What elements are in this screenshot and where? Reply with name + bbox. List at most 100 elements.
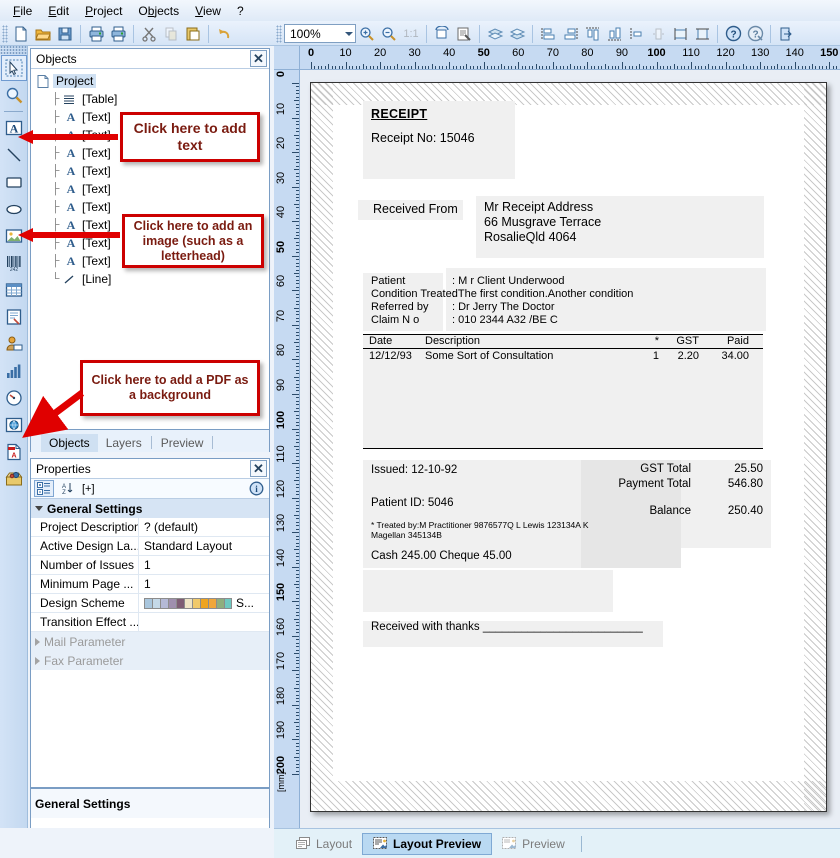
- property-row[interactable]: Project Description? (default): [31, 518, 269, 537]
- chart-tool[interactable]: [1, 358, 27, 384]
- info-icon[interactable]: i: [246, 480, 266, 497]
- align-top-icon[interactable]: [581, 23, 603, 44]
- receipt-table[interactable]: DateDescription*GSTPaid 12/12/93Some Sor…: [363, 334, 763, 449]
- zoom-in-icon[interactable]: [356, 23, 378, 44]
- detail-values[interactable]: : M r Client Underwood : The first condi…: [452, 275, 633, 327]
- ruler-tick: [729, 66, 730, 69]
- zoom-combobox[interactable]: 100%: [284, 24, 356, 43]
- property-row[interactable]: Minimum Page ...1: [31, 575, 269, 594]
- expand-all-label[interactable]: [+]: [82, 483, 95, 495]
- menu-file[interactable]: File: [6, 2, 39, 20]
- tree-node-line[interactable]: └[Line]: [35, 270, 269, 288]
- align-center-horizontal-icon[interactable]: [625, 23, 647, 44]
- menu-help[interactable]: ?: [230, 2, 251, 20]
- tab-layers[interactable]: Layers: [98, 434, 150, 452]
- menu-project[interactable]: Project: [78, 2, 129, 20]
- close-icon[interactable]: ✕: [250, 460, 267, 477]
- zoom-out-icon[interactable]: [378, 23, 400, 44]
- table-tool[interactable]: [1, 277, 27, 303]
- vertical-ruler[interactable]: [mm] 01020304050607080901001101201301401…: [274, 70, 300, 828]
- close-icon[interactable]: ✕: [250, 50, 267, 67]
- property-row[interactable]: Active Design La...Standard Layout: [31, 537, 269, 556]
- barcode-tool[interactable]: 242: [1, 250, 27, 276]
- detail-keys[interactable]: Patient Condition Treated Referred by Cl…: [371, 275, 458, 327]
- pdf-tool[interactable]: A: [1, 439, 27, 465]
- chevron-collapsed-icon[interactable]: [35, 657, 40, 665]
- line-tool[interactable]: [1, 142, 27, 168]
- design-canvas[interactable]: RECEIPT Receipt No: 15046 Received From …: [300, 70, 840, 828]
- form-control-tool[interactable]: [1, 331, 27, 357]
- properties-section-general[interactable]: General Settings: [31, 499, 269, 518]
- align-left-icon[interactable]: [537, 23, 559, 44]
- align-center-vertical-icon[interactable]: [647, 23, 669, 44]
- open-folder-icon[interactable]: [32, 23, 54, 44]
- menu-objects[interactable]: Objects: [131, 2, 186, 20]
- bottom-tab-preview[interactable]: Preview: [492, 833, 575, 855]
- property-row[interactable]: Design SchemeS...: [31, 594, 269, 613]
- print-preview-icon[interactable]: [107, 23, 129, 44]
- page-sheet[interactable]: RECEIPT Receipt No: 15046 Received From …: [310, 82, 827, 812]
- bottom-tab-layout[interactable]: Layout: [286, 833, 362, 855]
- property-row[interactable]: Number of Issues1: [31, 556, 269, 575]
- sort-alphabetical-icon[interactable]: AZ: [58, 480, 78, 497]
- paste-icon[interactable]: [182, 23, 204, 44]
- palette-grip[interactable]: [0, 46, 27, 54]
- categorized-icon[interactable]: [34, 480, 54, 497]
- received-from-label[interactable]: Received From: [373, 202, 458, 216]
- payments-line[interactable]: Cash 245.00 Cheque 45.00: [371, 550, 512, 562]
- tree-node-project[interactable]: Project: [35, 72, 269, 90]
- bring-to-front-icon[interactable]: [484, 23, 506, 44]
- thanks-line[interactable]: Received with thanks ___________________…: [371, 621, 643, 633]
- ellipse-tool[interactable]: [1, 196, 27, 222]
- zoom-reset-button[interactable]: 1:1: [400, 23, 422, 44]
- report-container-tool[interactable]: [1, 304, 27, 330]
- align-bottom-icon[interactable]: [603, 23, 625, 44]
- toolbar-grip[interactable]: [2, 25, 8, 43]
- properties-section-fax[interactable]: Fax Parameter: [31, 651, 269, 670]
- same-height-icon[interactable]: [691, 23, 713, 44]
- chevron-down-icon[interactable]: [345, 32, 353, 36]
- save-icon[interactable]: [54, 23, 76, 44]
- property-row[interactable]: Transition Effect ...: [31, 613, 269, 632]
- receipt-title[interactable]: RECEIPT: [371, 107, 427, 121]
- print-icon[interactable]: [85, 23, 107, 44]
- context-help-icon[interactable]: ?: [744, 23, 766, 44]
- tree-node-text[interactable]: ├A[Text]: [35, 180, 269, 198]
- send-to-back-icon[interactable]: [506, 23, 528, 44]
- tab-preview[interactable]: Preview: [153, 434, 212, 452]
- exit-icon[interactable]: [775, 23, 797, 44]
- design-scheme-swatches[interactable]: [144, 598, 232, 609]
- toolbar-grip-2[interactable]: [276, 25, 282, 43]
- properties-section-mail[interactable]: Mail Parameter: [31, 632, 269, 651]
- received-from-address[interactable]: Mr Receipt Address 66 Musgrave Terrace R…: [484, 200, 601, 245]
- chevron-expanded-icon[interactable]: [35, 506, 43, 511]
- rotate-object-icon[interactable]: [431, 23, 453, 44]
- copy-icon[interactable]: [160, 23, 182, 44]
- new-icon[interactable]: [10, 23, 32, 44]
- tree-node-table[interactable]: ├[Table]: [35, 90, 269, 108]
- undo-arrow-icon[interactable]: [213, 23, 235, 44]
- rectangle-tool[interactable]: [1, 169, 27, 195]
- menu-view[interactable]: View: [188, 2, 228, 20]
- tree-branch-line: └: [47, 273, 63, 285]
- align-right-icon[interactable]: [559, 23, 581, 44]
- horizontal-ruler[interactable]: 0102030405060708090100110120130140150: [300, 46, 840, 70]
- ole-container-tool[interactable]: [1, 466, 27, 492]
- receipt-number[interactable]: Receipt No: 15046: [371, 131, 475, 145]
- menu-edit[interactable]: Edit: [41, 2, 76, 20]
- treated-by-text[interactable]: * Treated by:M Practitioner 9876577Q L L…: [371, 520, 589, 540]
- issued-label[interactable]: Issued: 12-10-92: [371, 464, 457, 476]
- same-width-icon[interactable]: [669, 23, 691, 44]
- help-icon[interactable]: ?: [722, 23, 744, 44]
- select-tool[interactable]: [1, 55, 27, 81]
- patient-id-label[interactable]: Patient ID: 5046: [371, 497, 453, 509]
- ruler-tick: [296, 657, 299, 658]
- tree-node-text[interactable]: ├A[Text]: [35, 162, 269, 180]
- object-properties-icon[interactable]: [453, 23, 475, 44]
- chevron-collapsed-icon[interactable]: [35, 638, 40, 646]
- cut-scissors-icon[interactable]: [138, 23, 160, 44]
- bottom-tab-layout-preview[interactable]: Layout Preview: [362, 833, 492, 855]
- tree-node-label: [Text]: [79, 110, 114, 124]
- ruler-tick: [328, 64, 329, 69]
- zoom-tool[interactable]: [1, 82, 27, 108]
